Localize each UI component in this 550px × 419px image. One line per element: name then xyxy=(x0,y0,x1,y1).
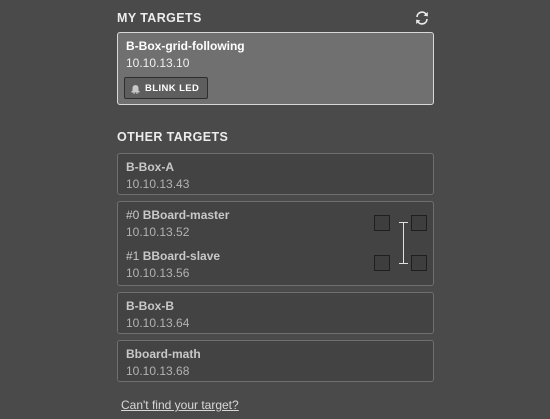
target-name: B-Box-B xyxy=(126,299,174,313)
blink-led-button[interactable]: BLINK LED xyxy=(124,77,209,99)
led-icon xyxy=(131,85,140,94)
target-card-box-b[interactable]: B-Box-B 10.10.13.64 xyxy=(117,292,434,334)
cant-find-target-link[interactable]: Can't find your target? xyxy=(121,398,434,412)
target-name: BBoard-master xyxy=(142,208,230,222)
target-name: BBoard-slave xyxy=(142,249,221,263)
member-index: #1 xyxy=(126,249,140,263)
target-ip: 10.10.13.56 xyxy=(126,266,190,280)
my-targets-header: MY TARGETS xyxy=(117,8,434,28)
target-ip: 10.10.13.43 xyxy=(126,177,190,191)
targets-panel: MY TARGETS B-Box-grid-following 10.10.13… xyxy=(117,0,434,412)
target-name: B-Box-A xyxy=(126,160,174,174)
blink-led-label: BLINK LED xyxy=(145,82,200,94)
group-member-slave[interactable]: #1 BBoard-slave 10.10.13.56 xyxy=(126,249,220,280)
refresh-icon[interactable] xyxy=(414,10,430,26)
target-name: Bboard-math xyxy=(126,347,201,361)
link-connector-icon xyxy=(399,222,408,264)
target-ip: 10.10.13.68 xyxy=(126,364,190,378)
target-card-box-a[interactable]: B-Box-A 10.10.13.43 xyxy=(117,153,434,195)
other-targets-header: OTHER TARGETS xyxy=(117,127,434,147)
slave-slot-right-checkbox[interactable] xyxy=(411,255,427,271)
target-ip: 10.10.13.52 xyxy=(126,225,190,239)
group-member-master[interactable]: #0 BBoard-master 10.10.13.52 xyxy=(126,208,229,239)
target-card-selected[interactable]: B-Box-grid-following 10.10.13.10 BLINK L… xyxy=(117,32,434,105)
target-name: B-Box-grid-following xyxy=(126,39,245,53)
slave-slot-left-checkbox[interactable] xyxy=(374,255,390,271)
target-group-card[interactable]: #0 BBoard-master 10.10.13.52 #1 BBoard-s… xyxy=(117,201,434,286)
member-index: #0 xyxy=(126,208,140,222)
master-slot-right-checkbox[interactable] xyxy=(411,215,427,231)
target-ip: 10.10.13.64 xyxy=(126,316,190,330)
master-slot-left-checkbox[interactable] xyxy=(374,215,390,231)
my-targets-heading: MY TARGETS xyxy=(117,11,202,25)
target-ip: 10.10.13.10 xyxy=(126,56,190,70)
target-card-math[interactable]: Bboard-math 10.10.13.68 xyxy=(117,340,434,382)
other-targets-heading: OTHER TARGETS xyxy=(117,130,229,144)
